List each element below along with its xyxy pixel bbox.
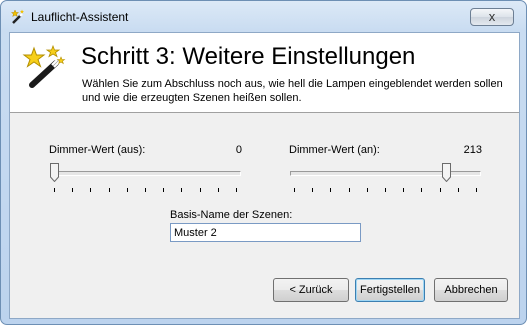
title-bar[interactable]: Lauflicht-Assistent x — [1, 1, 526, 31]
slider-tick — [349, 188, 350, 192]
wand-icon — [10, 9, 24, 24]
slider-tick — [236, 188, 237, 192]
slider-tick — [163, 188, 164, 192]
slider-tick — [367, 188, 368, 192]
close-button[interactable]: x — [470, 8, 514, 26]
slider-tick — [476, 188, 477, 192]
slider-tick — [181, 188, 182, 192]
slider-tick — [145, 188, 146, 192]
finish-button[interactable]: Fertigstellen — [355, 278, 425, 302]
magic-wand-stars-icon — [22, 45, 66, 88]
wizard-content: Schritt 3: Weitere Einstellungen Wählen … — [9, 32, 520, 319]
slider-tick — [72, 188, 73, 192]
slider-tick — [109, 188, 110, 192]
wizard-window: Lauflicht-Assistent x Schritt 3: Weitere… — [0, 0, 527, 325]
dimmer-off-value: 0 — [235, 144, 242, 156]
back-button[interactable]: < Zurück — [273, 278, 349, 302]
dimmer-on-label: Dimmer-Wert (an): — [289, 144, 380, 156]
slider-tick — [458, 188, 459, 192]
slider-tick — [200, 188, 201, 192]
slider-tick — [385, 188, 386, 192]
basis-name-label: Basis-Name der Szenen: — [170, 209, 293, 221]
slider-track — [50, 171, 241, 176]
dimmer-on-slider[interactable] — [290, 163, 481, 196]
step-description: Wählen Sie zum Abschluss noch aus, wie h… — [82, 78, 503, 104]
slider-tick — [127, 188, 128, 192]
dimmer-off-slider[interactable] — [50, 163, 241, 196]
slider-tick — [403, 188, 404, 192]
window-title: Lauflicht-Assistent — [31, 10, 129, 24]
close-icon: x — [488, 9, 496, 24]
slider-tick — [54, 188, 55, 192]
cancel-button[interactable]: Abbrechen — [434, 278, 508, 302]
slider-thumb[interactable] — [442, 163, 451, 182]
slider-track — [290, 171, 481, 176]
slider-thumb[interactable] — [50, 163, 59, 182]
slider-tick — [218, 188, 219, 192]
dimmer-on-value: 213 — [463, 144, 482, 156]
slider-tick — [294, 188, 295, 192]
step-title: Schritt 3: Weitere Einstellungen — [81, 43, 416, 70]
slider-tick — [421, 188, 422, 192]
slider-tick — [330, 188, 331, 192]
basis-name-input[interactable] — [170, 223, 361, 242]
dimmer-off-label: Dimmer-Wert (aus): — [49, 144, 146, 156]
wizard-header: Schritt 3: Weitere Einstellungen Wählen … — [10, 33, 519, 113]
slider-tick — [440, 188, 441, 192]
slider-tick — [90, 188, 91, 192]
slider-tick — [312, 188, 313, 192]
